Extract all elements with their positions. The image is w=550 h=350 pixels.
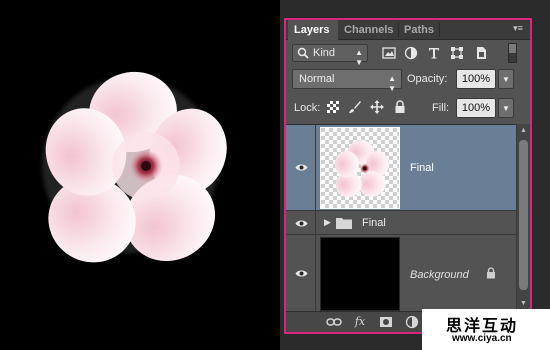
- toggle-knob: [509, 44, 516, 53]
- layers-panel: Layers Channels Paths ▾≡ Kind ▲ ▼ Normal…: [284, 18, 532, 334]
- layer-row-background[interactable]: Background: [286, 235, 516, 311]
- layer-row-group-final[interactable]: ▶ Final: [286, 211, 516, 235]
- layer-thumbnail: [320, 237, 400, 311]
- chevron-updown-icon: ▲ ▼: [355, 48, 363, 67]
- layer-list-scrollbar[interactable]: ▲ ▼: [516, 124, 530, 311]
- group-name[interactable]: Final: [362, 217, 386, 229]
- expand-arrow-icon[interactable]: ▶: [324, 217, 331, 228]
- add-mask-icon[interactable]: [378, 315, 394, 329]
- eye-icon[interactable]: [295, 269, 308, 278]
- lock-position-icon[interactable]: [370, 100, 384, 114]
- pixel-layer-filter-icon[interactable]: [382, 46, 396, 60]
- panel-tab-bar: Layers Channels Paths ▾≡: [286, 20, 530, 40]
- visibility-column: [286, 235, 316, 311]
- fill-label: Fill:: [432, 102, 450, 114]
- layer-row-final[interactable]: Final: [286, 125, 516, 211]
- search-icon: [297, 47, 309, 59]
- scroll-up-icon[interactable]: ▲: [520, 127, 527, 135]
- tab-paths[interactable]: Paths: [398, 20, 438, 40]
- document-canvas[interactable]: [0, 0, 280, 350]
- blend-mode-dropdown[interactable]: Normal ▲ ▼: [292, 69, 402, 93]
- fill-slider-button[interactable]: ▼: [498, 98, 514, 118]
- scroll-thumb[interactable]: [519, 140, 528, 290]
- filter-kind-dropdown[interactable]: Kind ▲ ▼: [292, 44, 368, 67]
- tab-layers[interactable]: Layers: [288, 20, 338, 40]
- tab-divider: [439, 23, 440, 37]
- tab-channels[interactable]: Channels: [338, 20, 398, 40]
- lock-all-icon[interactable]: [393, 100, 407, 114]
- adjustment-layer-filter-icon[interactable]: [404, 46, 418, 60]
- layer-name[interactable]: Background: [410, 269, 469, 281]
- chevron-updown-icon: ▲ ▼: [388, 74, 396, 93]
- folder-icon: [336, 218, 352, 229]
- opacity-input[interactable]: 100%: [456, 69, 496, 89]
- filter-kind-label: Kind: [313, 47, 336, 59]
- watermark: 思洋互动 www.ciya.cn: [422, 309, 550, 350]
- visibility-column: [286, 211, 316, 234]
- thumbnail-flower: [321, 128, 399, 208]
- shape-layer-filter-icon[interactable]: [450, 46, 464, 60]
- blend-mode-value: Normal: [299, 73, 335, 85]
- flower-artwork: [42, 71, 227, 263]
- chevron-down-icon: ▼: [502, 75, 510, 84]
- lock-icon: [487, 267, 495, 279]
- opacity-label: Opacity:: [407, 73, 448, 85]
- chevron-down-icon: ▼: [502, 104, 510, 113]
- layer-list: Final ▶ Final Background: [286, 124, 516, 311]
- type-layer-filter-icon[interactable]: [427, 46, 441, 60]
- scroll-down-icon[interactable]: ▼: [520, 300, 527, 308]
- fx-icon[interactable]: fx: [352, 315, 368, 329]
- eye-icon[interactable]: [295, 219, 308, 228]
- watermark-url: www.ciya.cn: [452, 333, 512, 344]
- fill-input[interactable]: 100%: [456, 98, 496, 118]
- link-layers-icon[interactable]: [326, 315, 342, 329]
- eye-icon[interactable]: [295, 163, 308, 172]
- adjustment-layer-icon[interactable]: [404, 315, 420, 329]
- lock-image-pixels-icon[interactable]: [348, 100, 362, 114]
- lock-transparent-pixels-icon[interactable]: [326, 100, 340, 114]
- layer-name[interactable]: Final: [410, 162, 434, 174]
- opacity-slider-button[interactable]: ▼: [498, 69, 514, 89]
- lock-label: Lock:: [294, 102, 321, 114]
- filter-toggle-switch[interactable]: [508, 43, 517, 63]
- panel-menu-icon[interactable]: ▾≡: [510, 21, 526, 35]
- smart-object-filter-icon[interactable]: [474, 46, 488, 60]
- visibility-column: [286, 125, 316, 210]
- layer-thumbnail: [320, 127, 400, 209]
